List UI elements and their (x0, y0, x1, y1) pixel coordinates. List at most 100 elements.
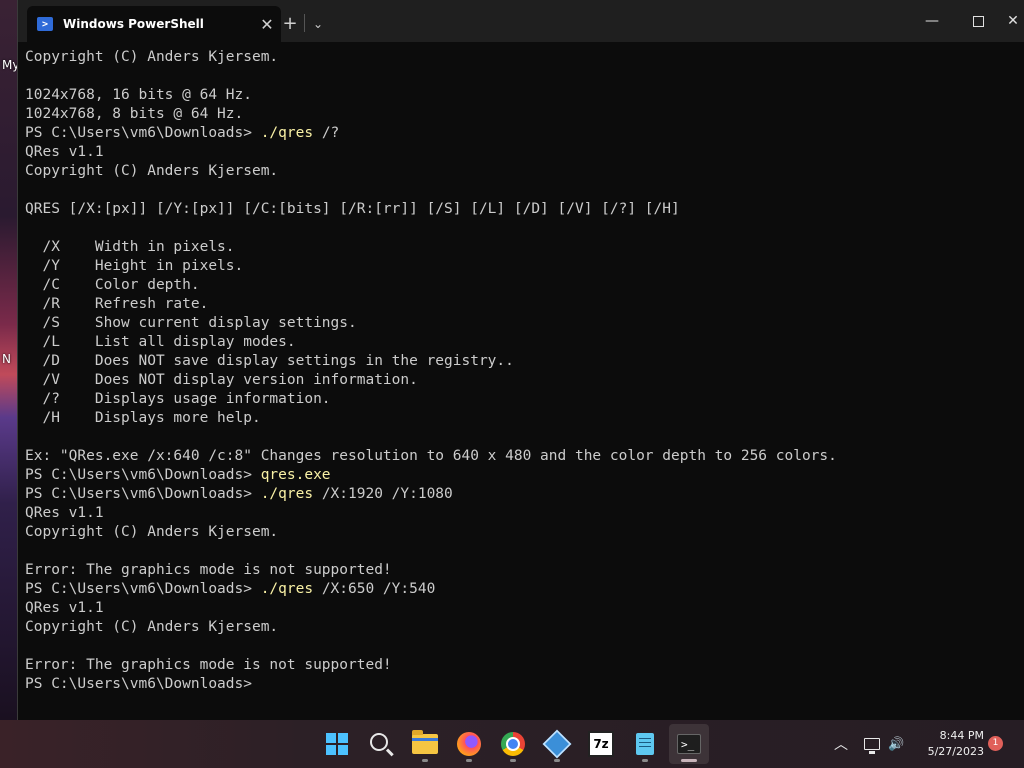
terminal-line: 1024x768, 8 bits @ 64 Hz. (25, 105, 1024, 124)
output-text: /H Displays more help. (25, 410, 261, 426)
terminal-line: /L List all display modes. (25, 333, 1024, 352)
output-text: /X Width in pixels. (25, 239, 235, 255)
clock-time: 8:44 PM (939, 729, 984, 742)
terminal-line: QRes v1.1 (25, 599, 1024, 618)
start-button[interactable] (317, 724, 357, 764)
terminal-output[interactable]: Copyright (C) Anders Kjersem. 1024x768, 1… (25, 48, 1024, 720)
terminal-line: PS C:\Users\vm6\Downloads> qres.exe (25, 466, 1024, 485)
notepad-button[interactable] (625, 724, 665, 764)
7zip-icon: 7z (588, 731, 614, 757)
output-text: /S Show current display settings. (25, 315, 357, 331)
terminal-line: 1024x768, 16 bits @ 64 Hz. (25, 86, 1024, 105)
search-icon (370, 733, 388, 751)
tab-close-button[interactable]: ✕ (253, 15, 281, 34)
terminal-button[interactable]: >_ (669, 724, 709, 764)
output-text: /? Displays usage information. (25, 391, 331, 407)
tab-windows-powershell[interactable]: > Windows PowerShell ✕ (27, 6, 281, 42)
terminal-line: /C Color depth. (25, 276, 1024, 295)
notification-badge[interactable]: 1 (988, 736, 1003, 751)
output-text: QRes v1.1 (25, 144, 104, 160)
show-hidden-icons-button[interactable]: ︿ (834, 720, 848, 768)
command-name: ./qres (260, 486, 314, 502)
network-button[interactable] (864, 720, 880, 768)
command-name: ./qres (260, 125, 314, 141)
close-button[interactable]: ✕ (1001, 0, 1024, 42)
output-text: Copyright (C) Anders Kjersem. (25, 49, 279, 65)
network-icon (864, 738, 880, 754)
output-text: /Y Height in pixels. (25, 258, 244, 274)
desktop-icon-label[interactable]: My (2, 58, 18, 72)
command-args: /X:650 /Y:540 (313, 581, 436, 597)
command-args: /? (313, 125, 340, 141)
firefox-icon (457, 732, 481, 756)
maximize-button[interactable] (955, 0, 1001, 42)
output-text: /D Does NOT save display settings in the… (25, 353, 514, 369)
output-text: Copyright (C) Anders Kjersem. (25, 619, 279, 635)
output-text: /R Refresh rate. (25, 296, 209, 312)
running-indicator (510, 759, 516, 762)
terminal-line: Copyright (C) Anders Kjersem. (25, 618, 1024, 637)
terminal-line: PS C:\Users\vm6\Downloads> ./qres /X:192… (25, 485, 1024, 504)
command-args: /X:1920 /Y:1080 (313, 486, 453, 502)
notepad-icon (636, 733, 654, 755)
windows-logo-icon (326, 733, 348, 755)
powershell-icon: > (37, 17, 53, 31)
maximize-icon (972, 15, 984, 27)
output-text: QRes v1.1 (25, 600, 104, 616)
terminal-line: /? Displays usage information. (25, 390, 1024, 409)
search-button[interactable] (361, 724, 401, 764)
terminal-line: Copyright (C) Anders Kjersem. (25, 162, 1024, 181)
output-text: Copyright (C) Anders Kjersem. (25, 163, 279, 179)
output-text: Ex: "QRes.exe /x:640 /c:8" Changes resol… (25, 448, 837, 464)
prompt-text: PS C:\Users\vm6\Downloads> (25, 676, 261, 692)
active-indicator (681, 759, 697, 762)
terminal-line: Error: The graphics mode is not supporte… (25, 656, 1024, 675)
volume-icon: 🔊 (888, 736, 905, 752)
file-explorer-button[interactable] (405, 724, 445, 764)
terminal-line: /S Show current display settings. (25, 314, 1024, 333)
output-text: QRES [/X:[px]] [/Y:[px]] [/C:[bits] [/R:… (25, 201, 680, 217)
terminal-icon: >_ (677, 734, 701, 754)
app-cube-button[interactable] (537, 724, 577, 764)
chrome-button[interactable] (493, 724, 533, 764)
running-indicator (554, 759, 560, 762)
terminal-line: QRes v1.1 (25, 143, 1024, 162)
new-tab-button[interactable]: + (280, 14, 300, 34)
terminal-line: QRes v1.1 (25, 504, 1024, 523)
clock[interactable]: 8:44 PM 5/27/2023 (914, 728, 984, 760)
terminal-line: /R Refresh rate. (25, 295, 1024, 314)
command-name: ./qres (260, 581, 314, 597)
terminal-line: /D Does NOT save display settings in the… (25, 352, 1024, 371)
output-text: Copyright (C) Anders Kjersem. (25, 524, 279, 540)
running-indicator (642, 759, 648, 762)
title-bar[interactable]: > Windows PowerShell ✕ + ⌄ — ✕ (18, 0, 1024, 42)
prompt-text: PS C:\Users\vm6\Downloads> (25, 125, 261, 141)
terminal-line: /Y Height in pixels. (25, 257, 1024, 276)
terminal-line: /X Width in pixels. (25, 238, 1024, 257)
volume-button[interactable]: 🔊 (888, 720, 904, 768)
output-text: Error: The graphics mode is not supporte… (25, 657, 392, 673)
minimize-button[interactable]: — (909, 0, 955, 42)
terminal-line: Copyright (C) Anders Kjersem. (25, 48, 1024, 67)
cube-icon (542, 729, 572, 759)
firefox-button[interactable] (449, 724, 489, 764)
folder-icon (412, 730, 438, 754)
desktop-background: My N (0, 0, 18, 720)
terminal-line: /V Does NOT display version information. (25, 371, 1024, 390)
divider (304, 14, 305, 32)
tab-title: Windows PowerShell (63, 17, 204, 31)
output-text: QRes v1.1 (25, 505, 104, 521)
tab-dropdown-button[interactable]: ⌄ (308, 14, 328, 34)
terminal-line: QRES [/X:[px]] [/Y:[px]] [/C:[bits] [/R:… (25, 200, 1024, 219)
running-indicator (422, 759, 428, 762)
desktop-icon-label[interactable]: N (2, 352, 11, 366)
output-text: 1024x768, 8 bits @ 64 Hz. (25, 106, 244, 122)
7zip-button[interactable]: 7z (581, 724, 621, 764)
output-text: 1024x768, 16 bits @ 64 Hz. (25, 87, 252, 103)
command-name: qres.exe (260, 467, 331, 483)
